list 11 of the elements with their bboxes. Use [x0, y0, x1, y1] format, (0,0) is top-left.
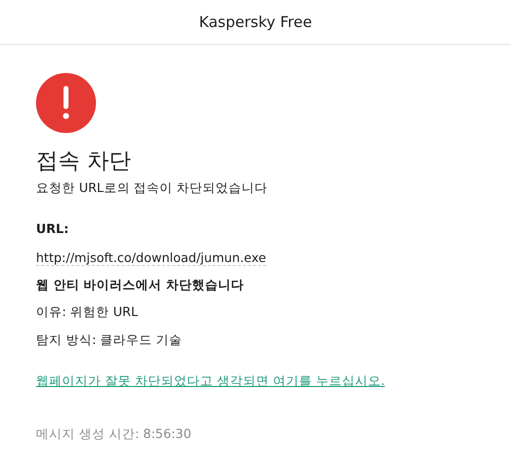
detail-text: 이유: 위험한 URL [36, 304, 138, 320]
warning-icon [36, 73, 96, 133]
timestamp-text: 메시지 생성 시간: 8:56:30 [36, 426, 192, 441]
subtitle-text: 요청한 URL로의 접속이 차단되었습니다 [36, 180, 268, 196]
page-heading: 접속 차단 [36, 149, 131, 174]
detail-text: 탐지 방식: 클라우드 기술 [36, 332, 182, 348]
blocked-by-text: 웹 안티 바이러스에서 차단했습니다 [36, 276, 244, 292]
blocked-url: http://mjsoft.co/download/jumun.exe [36, 250, 266, 266]
report-link[interactable]: 웹페이지가 잘못 차단되었다고 생각되면 여기를 누르십시오. [36, 372, 385, 388]
url-label: URL: [36, 221, 69, 236]
window-title: Kaspersky Free [199, 12, 312, 33]
